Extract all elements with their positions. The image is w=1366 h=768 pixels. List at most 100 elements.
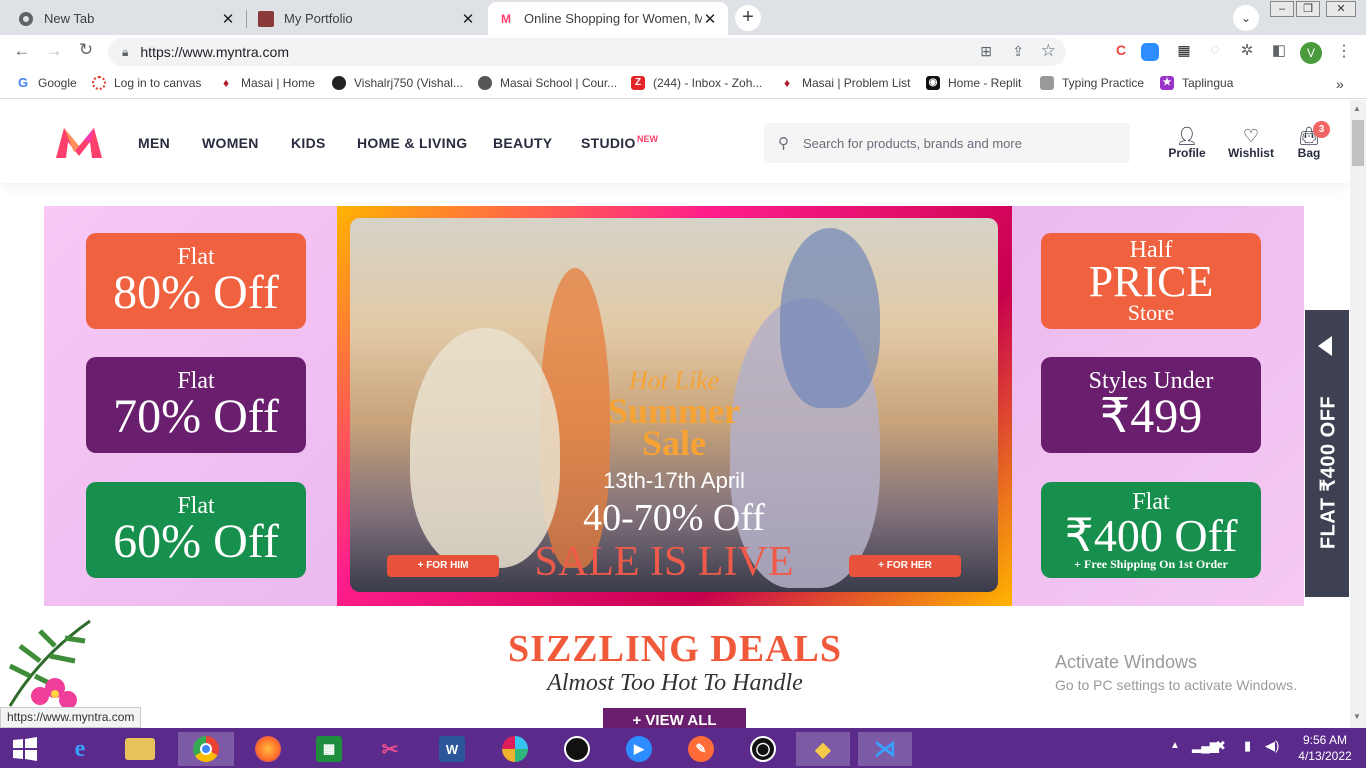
status-url-bubble: https://www.myntra.com <box>0 707 142 728</box>
excel-store-icon[interactable]: ▦ <box>307 732 351 766</box>
tab-title: My Portfolio <box>284 11 353 26</box>
restore-button[interactable]: ❐ <box>1296 1 1320 17</box>
chrome-icon <box>18 11 34 27</box>
summer-sale-card[interactable]: Hot Like Summer Sale 13th-17th April 40-… <box>337 206 1012 606</box>
extensions-puzzle-icon[interactable]: ✲ <box>1236 41 1258 59</box>
zoom-extension-icon[interactable] <box>1141 43 1159 61</box>
profile-avatar[interactable]: V <box>1300 42 1322 64</box>
zoom-icon[interactable]: ▶ <box>617 732 661 766</box>
snipping-tool-icon[interactable]: ✂ <box>368 732 412 766</box>
bookmark-canvas[interactable]: Log in to canvas <box>92 76 201 90</box>
web-page: MEN WOMEN KIDS HOME & LIVING BEAUTY STUD… <box>0 100 1350 728</box>
scroll-down-icon[interactable]: ▼ <box>1353 712 1361 721</box>
system-clock[interactable]: 9:56 AM 4/13/2022 <box>1292 732 1358 764</box>
chrome-taskbar-icon[interactable] <box>178 732 234 766</box>
bookmark-google[interactable]: G Google <box>16 76 77 91</box>
git-app-icon[interactable]: ◆ <box>796 732 850 766</box>
tab-title: New Tab <box>44 11 95 26</box>
bookmark-masai-home[interactable]: ♦ Masai | Home <box>219 76 315 90</box>
back-icon[interactable]: ← <box>11 41 33 61</box>
start-button[interactable] <box>3 732 47 766</box>
menu-kebab-icon[interactable]: ⋮ <box>1333 41 1355 61</box>
half-price-tile[interactable]: Half PRICE Store <box>1041 233 1261 329</box>
firefox-icon[interactable] <box>246 732 290 766</box>
url-text: https://www.myntra.com <box>140 44 289 60</box>
nav-studio[interactable]: STUDIO <box>581 135 636 151</box>
lock-icon: 🔒︎ <box>122 44 129 59</box>
bookmark-star-icon[interactable]: ☆ <box>1041 41 1056 61</box>
tab-new-tab[interactable]: New Tab ✕ <box>8 2 247 35</box>
translate-icon[interactable]: ⊞ <box>980 43 992 60</box>
replit-app-icon[interactable]: ◯ <box>741 732 785 766</box>
extension-c-icon[interactable]: C <box>1110 42 1132 58</box>
reload-icon[interactable]: ↻ <box>75 40 97 60</box>
more-bookmarks-icon[interactable]: » <box>1336 76 1344 92</box>
new-tab-button[interactable]: + <box>735 5 761 31</box>
extension-grid-icon[interactable]: ▦ <box>1173 42 1195 59</box>
tray-chevron-icon[interactable]: ▲ <box>1170 740 1180 751</box>
bookmark-github[interactable]: Vishalrj750 (Vishal... <box>332 76 463 90</box>
zoho-icon: Z <box>631 76 645 90</box>
file-explorer-icon[interactable] <box>118 732 162 766</box>
tab-myntra[interactable]: M Online Shopping for Women, Me ✕ <box>488 2 728 35</box>
close-tab-icon[interactable]: ✕ <box>460 10 476 28</box>
flat-60-off-tile[interactable]: Flat 60% Off <box>86 482 306 578</box>
flat-80-off-tile[interactable]: Flat 80% Off <box>86 233 306 329</box>
flat-400-off-tile[interactable]: Flat ₹400 Off + Free Shipping On 1st Ord… <box>1041 482 1261 578</box>
for-her-button[interactable]: + FOR HER <box>849 555 961 577</box>
styles-under-499-tile[interactable]: Styles Under ₹499 <box>1041 357 1261 453</box>
bag-action[interactable]: 👜︎ Bag 3 <box>1295 121 1330 160</box>
windows-taskbar: e ▦ ✂ W ▶ ✎ ◯ ◆ ⋊ ▲ ▂▄▆ ✖ ▮ ◀) 9:56 AM 4… <box>0 728 1366 768</box>
hero-banner[interactable]: Flat 80% Off Flat 70% Off Flat 60% Off H… <box>44 206 1304 606</box>
bookmark-taplingua[interactable]: ★ Taplingua <box>1160 76 1233 90</box>
word-icon[interactable]: W <box>430 732 474 766</box>
side-tab-label: FLAT ₹400 OFF <box>1317 395 1340 550</box>
search-box[interactable]: ⚲ Search for products, brands and more <box>764 123 1130 163</box>
nav-beauty[interactable]: BEAUTY <box>493 135 552 151</box>
typing-icon <box>1040 76 1054 90</box>
address-bar[interactable]: 🔒︎ https://www.myntra.com ⊞ ⇪ ☆ <box>108 38 1066 66</box>
view-all-button[interactable]: + VIEW ALL <box>603 708 746 728</box>
masai-icon: ♦ <box>783 76 791 90</box>
canvas-icon <box>92 76 106 90</box>
nav-kids[interactable]: KIDS <box>291 135 326 151</box>
nav-men[interactable]: MEN <box>138 135 170 151</box>
scroll-up-icon[interactable]: ▲ <box>1353 104 1361 113</box>
bookmark-replit[interactable]: ◉ Home - Replit <box>926 76 1021 90</box>
models-photo: Hot Like Summer Sale 13th-17th April 40-… <box>350 218 998 592</box>
myntra-icon: M <box>501 11 511 26</box>
bookmark-masai-school[interactable]: Masai School | Cour... <box>478 76 617 90</box>
nav-home-living[interactable]: HOME & LIVING <box>357 135 467 151</box>
side-panel-icon[interactable]: ◧ <box>1268 41 1290 59</box>
flat-400-off-side-tab[interactable]: FLAT ₹400 OFF <box>1305 310 1349 597</box>
tab-search-button[interactable]: ⌄ <box>1233 5 1259 31</box>
github-desktop-icon[interactable] <box>555 732 599 766</box>
battery-icon[interactable]: ▮ <box>1244 738 1251 754</box>
close-tab-icon[interactable]: ✕ <box>702 10 718 28</box>
tab-my-portfolio[interactable]: My Portfolio ✕ <box>248 2 486 35</box>
bookmark-masai-problems[interactable]: ♦ Masai | Problem List <box>780 76 911 90</box>
vscode-icon[interactable]: ⋊ <box>858 732 912 766</box>
portfolio-icon <box>258 10 274 27</box>
close-tab-icon[interactable]: ✕ <box>220 10 236 28</box>
close-window-button[interactable]: ✕ <box>1326 1 1356 17</box>
forward-icon[interactable]: → <box>43 41 65 61</box>
scroll-thumb[interactable] <box>1352 120 1364 166</box>
flat-70-off-tile[interactable]: Flat 70% Off <box>86 357 306 453</box>
for-him-button[interactable]: + FOR HIM <box>387 555 499 577</box>
wishlist-action[interactable]: ♡ Wishlist <box>1226 126 1276 160</box>
bookmark-typing[interactable]: Typing Practice <box>1040 76 1144 90</box>
profile-action[interactable]: 👤︎ Profile <box>1168 126 1206 160</box>
minimize-button[interactable]: – <box>1270 1 1294 17</box>
internet-explorer-icon[interactable]: e <box>58 732 102 766</box>
myntra-logo[interactable] <box>54 126 104 165</box>
postman-icon[interactable]: ✎ <box>679 732 723 766</box>
nav-women[interactable]: WOMEN <box>202 135 259 151</box>
extension-circle-icon[interactable]: ◌ <box>1204 41 1226 58</box>
volume-icon[interactable]: ◀) <box>1265 738 1279 754</box>
slack-icon[interactable] <box>493 732 537 766</box>
share-icon[interactable]: ⇪ <box>1012 43 1024 60</box>
bookmark-zoho-inbox[interactable]: Z (244) - Inbox - Zoh... <box>631 76 762 90</box>
page-scrollbar[interactable]: ▲ ▼ <box>1350 100 1366 728</box>
wifi-off-icon[interactable]: ✖ <box>1215 738 1226 754</box>
